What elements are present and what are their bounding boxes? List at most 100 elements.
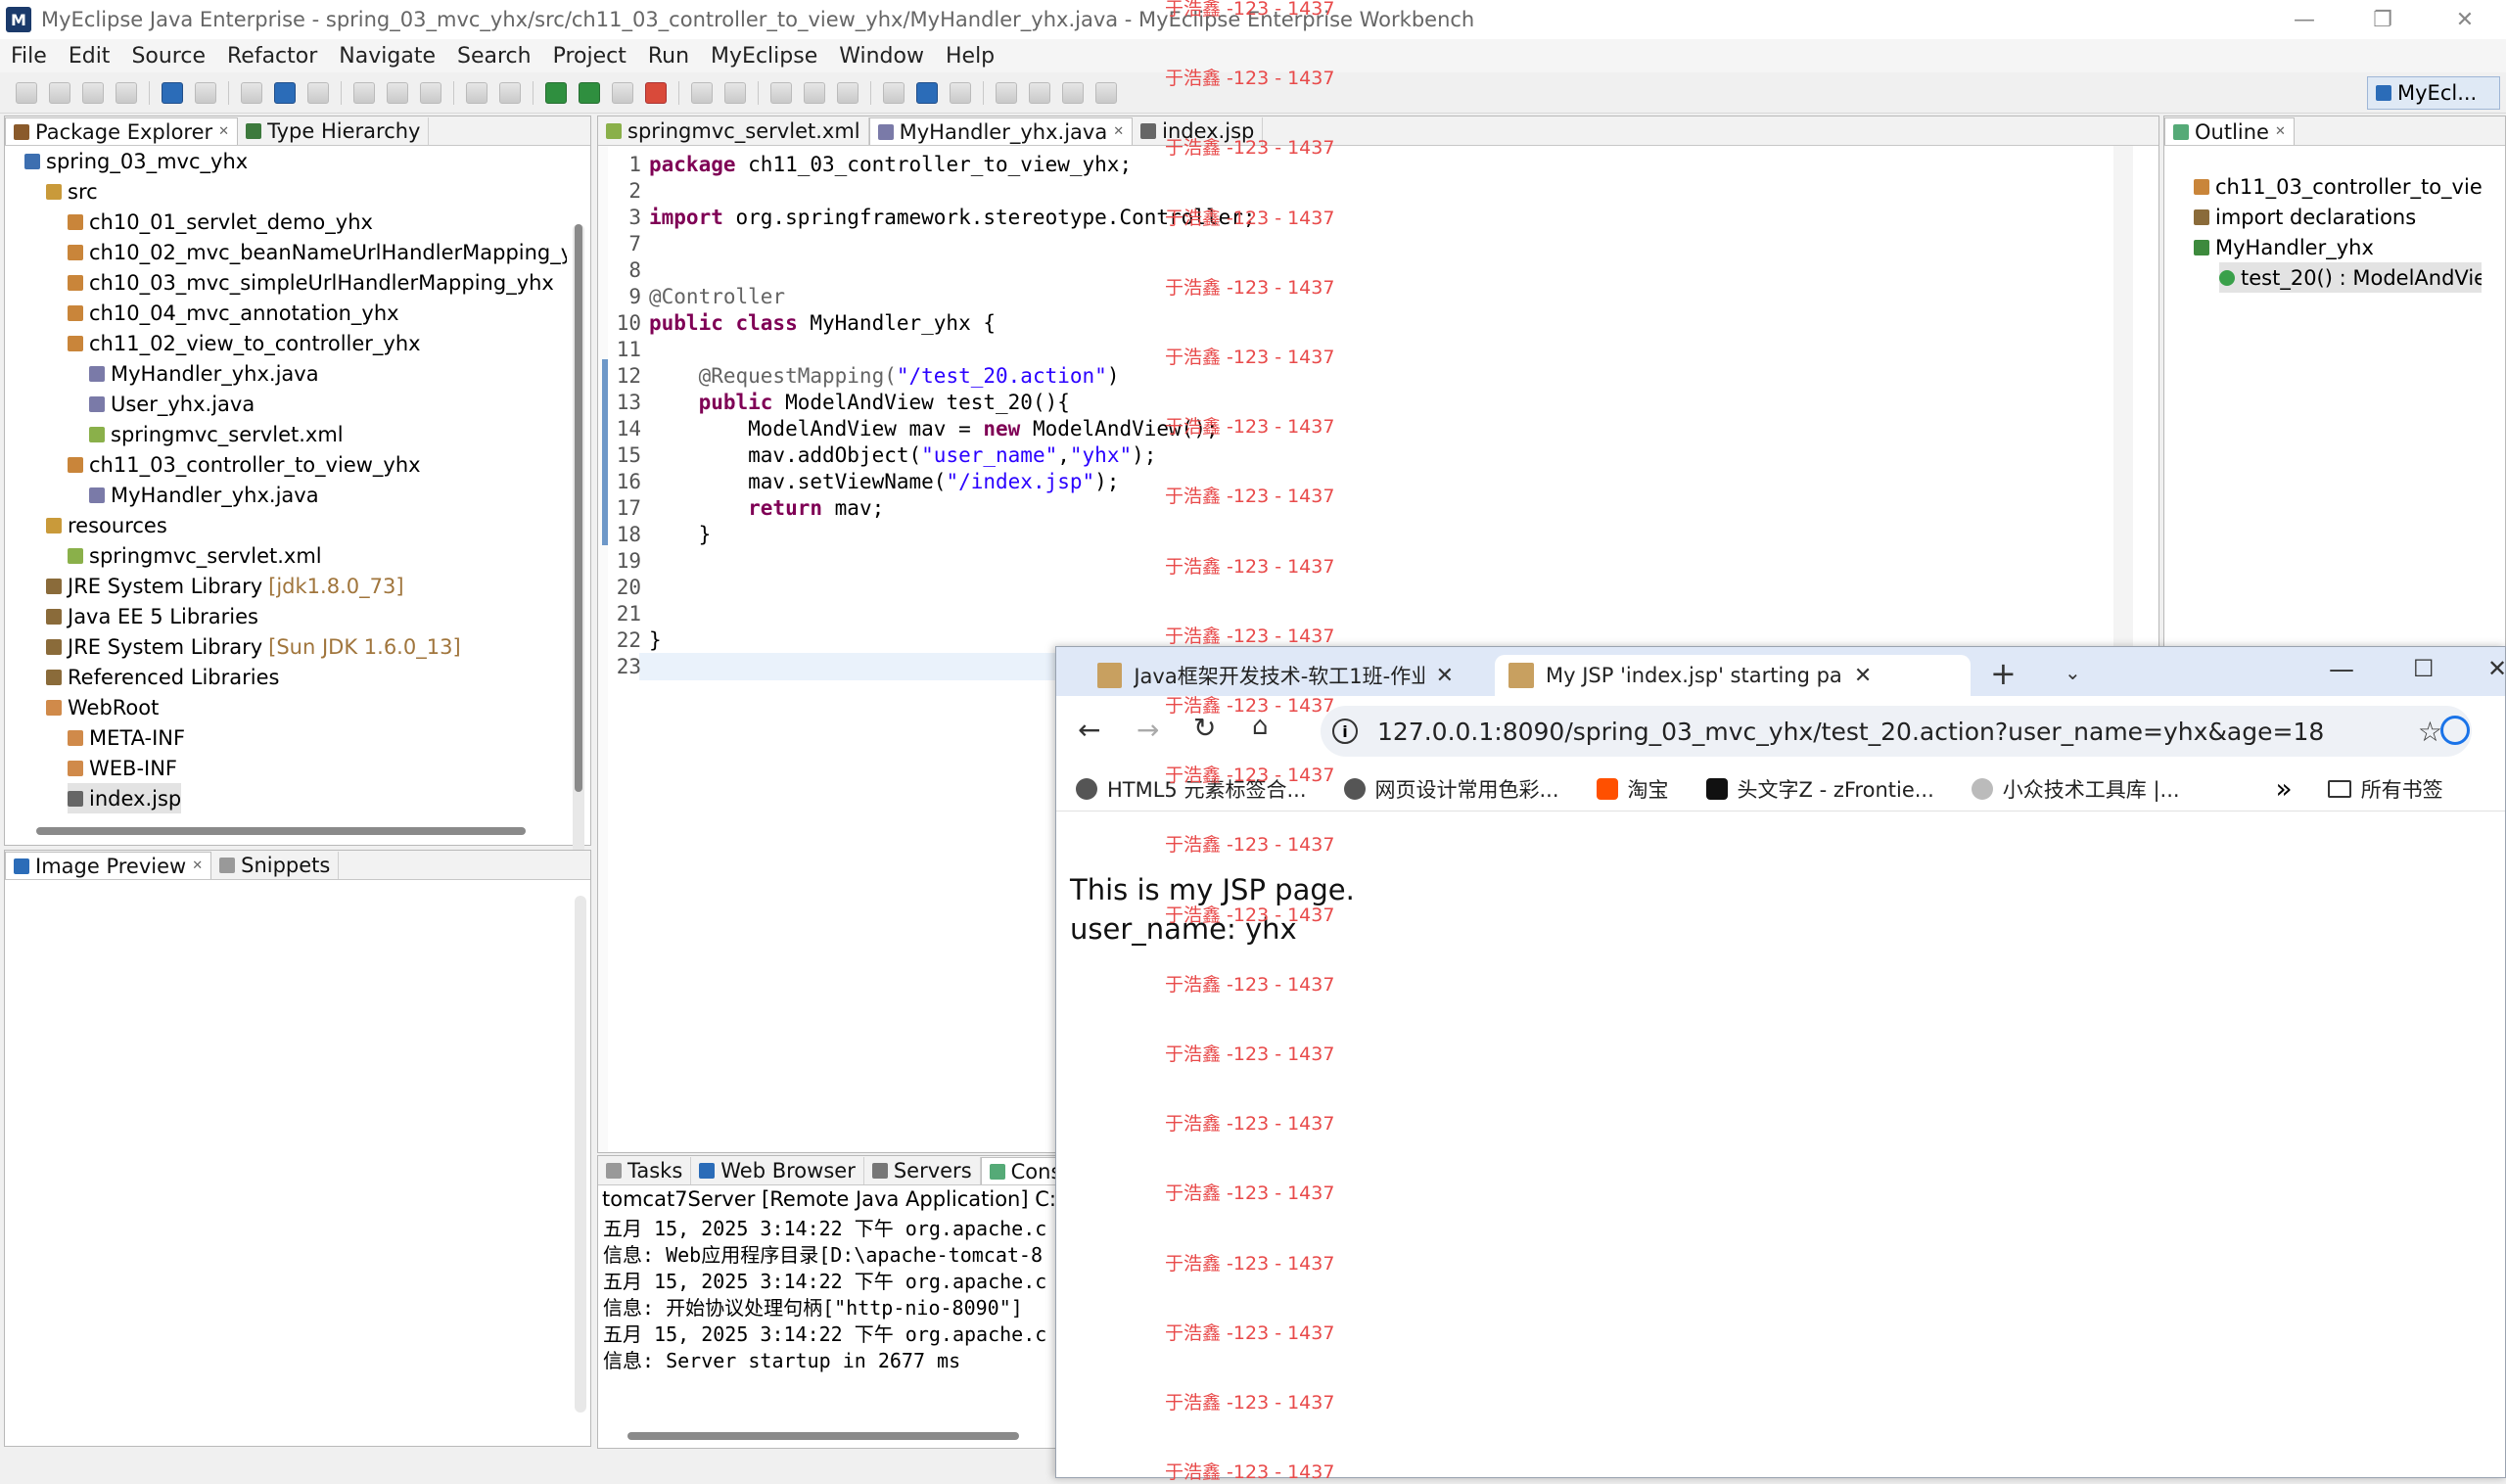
new-class-icon[interactable] <box>691 81 713 104</box>
open-file-icon[interactable] <box>770 81 792 104</box>
more-bookmarks-icon[interactable]: » <box>2276 772 2293 805</box>
toggle-mark-icon[interactable] <box>883 81 905 104</box>
code-line[interactable]: mav.addObject("user_name","yhx"); <box>649 442 1156 469</box>
print-icon[interactable] <box>116 81 137 104</box>
tree-item[interactable]: resources <box>46 510 167 540</box>
profile-icon[interactable] <box>2440 716 2470 745</box>
close-icon[interactable]: ✕ <box>1113 124 1124 139</box>
tab-tasks[interactable]: Tasks <box>598 1157 692 1184</box>
code-line[interactable]: @Controller <box>649 284 785 310</box>
menu-myeclipse[interactable]: MyEclipse <box>700 44 828 69</box>
explorer-hscroll[interactable] <box>36 827 526 835</box>
tree-item[interactable]: src <box>46 176 98 207</box>
menu-window[interactable]: Window <box>828 44 935 69</box>
editor-tab[interactable]: MyHandler_yhx.java ✕ <box>868 117 1134 145</box>
show-whitespace-icon[interactable] <box>950 81 971 104</box>
outline-item[interactable]: MyHandler_yhx <box>2194 232 2374 262</box>
code-line[interactable]: @RequestMapping("/test_20.action") <box>649 363 1120 390</box>
code-line[interactable]: import org.springframework.stereotype.Co… <box>649 205 1256 231</box>
tab-servers[interactable]: Servers <box>864 1157 981 1184</box>
browser-minimize-button[interactable]: — <box>2329 655 2354 684</box>
uml-icon[interactable] <box>387 81 408 104</box>
tree-item[interactable]: ch10_04_mvc_annotation_yhx <box>68 298 399 328</box>
menu-navigate[interactable]: Navigate <box>328 44 446 69</box>
tree-item[interactable]: JRE System Library [Sun JDK 1.6.0_13] <box>46 631 461 662</box>
server-config-icon[interactable] <box>307 81 329 104</box>
external-tools-icon[interactable] <box>645 81 667 104</box>
close-tab-icon[interactable]: ✕ <box>1436 664 1454 688</box>
editor-tab[interactable]: springmvc_servlet.xml <box>598 117 869 145</box>
bookmark-item[interactable]: 网页设计常用色彩... <box>1343 774 1559 804</box>
menu-help[interactable]: Help <box>935 44 1005 69</box>
code-line[interactable]: public class MyHandler_yhx { <box>649 310 996 337</box>
server-icon[interactable] <box>274 81 296 104</box>
tree-item[interactable]: ch11_03_controller_to_view_yhx <box>68 449 421 480</box>
tree-item[interactable]: springmvc_servlet.xml <box>89 419 344 449</box>
tree-item[interactable]: Referenced Libraries <box>46 662 279 692</box>
tree-item[interactable]: META-INF <box>68 722 185 753</box>
menu-refactor[interactable]: Refactor <box>216 44 328 69</box>
code-line[interactable]: public ModelAndView test_20(){ <box>649 390 1070 416</box>
menu-run[interactable]: Run <box>637 44 700 69</box>
tree-item[interactable]: WEB-INF <box>68 753 177 783</box>
close-icon[interactable]: ✕ <box>218 124 229 139</box>
menu-edit[interactable]: Edit <box>58 44 121 69</box>
tab-type-hierarchy[interactable]: Type Hierarchy <box>238 117 430 145</box>
tab-web-browser[interactable]: Web Browser <box>691 1157 864 1184</box>
outline-item[interactable]: ch11_03_controller_to_view_y <box>2194 171 2482 202</box>
forward-icon[interactable]: → <box>1137 714 1159 746</box>
preview-vscroll[interactable] <box>575 896 586 1413</box>
all-bookmarks[interactable]: 所有书签 <box>2327 774 2443 804</box>
menu-source[interactable]: Source <box>120 44 216 69</box>
tree-item[interactable]: MyHandler_yhx.java <box>89 480 319 510</box>
tab-outline[interactable]: Outline ✕ <box>2164 117 2295 145</box>
menu-file[interactable]: File <box>0 44 58 69</box>
editor-tab[interactable]: index.jsp <box>1133 117 1264 145</box>
tree-item[interactable]: springmvc_servlet.xml <box>68 540 322 571</box>
code-line[interactable]: ModelAndView mav = new ModelAndView(); <box>649 416 1218 442</box>
annotation-icon[interactable] <box>837 81 859 104</box>
toggle-block-icon[interactable] <box>916 81 938 104</box>
bookmark-item[interactable]: 淘宝 <box>1596 774 1669 804</box>
tree-item[interactable]: Java EE 5 Libraries <box>46 601 258 631</box>
browser-close-button[interactable]: ✕ <box>2487 655 2506 682</box>
code-line[interactable]: } <box>649 627 662 654</box>
site-info-icon[interactable]: i <box>1332 719 1358 744</box>
tree-item[interactable]: User_yhx.java <box>89 389 255 419</box>
back-icon[interactable] <box>1062 81 1084 104</box>
browser-tab-1[interactable]: My JSP 'index.jsp' starting pa ✕ <box>1495 655 1971 696</box>
next-annotation-icon[interactable] <box>996 81 1017 104</box>
tab-search-button[interactable]: ⌄ <box>2065 661 2081 684</box>
tree-item[interactable]: JRE System Library [jdk1.8.0_73] <box>46 571 404 601</box>
close-tab-icon[interactable]: ✕ <box>1854 664 1872 688</box>
open-type-icon[interactable] <box>195 81 216 104</box>
browser-tab-0[interactable]: Java框架开发技术-软工1班-作业 ✕ <box>1084 655 1467 696</box>
address-bar[interactable]: i 127.0.0.1:8090/spring_03_mvc_yhx/test_… <box>1321 706 2472 757</box>
minimize-button[interactable]: — <box>2265 0 2344 39</box>
web-icon[interactable] <box>353 81 375 104</box>
tree-item[interactable]: MyHandler_yhx.java <box>89 358 319 389</box>
tab-image-preview[interactable]: Image Preview ✕ <box>5 852 212 879</box>
bookmark-item[interactable]: 头文字Z - zFrontie... <box>1705 774 1934 804</box>
deploy-icon[interactable] <box>241 81 262 104</box>
browser-maximize-button[interactable]: ☐ <box>2413 655 2435 682</box>
code-line[interactable]: package ch11_03_controller_to_view_yhx; <box>649 152 1132 178</box>
coverage-icon[interactable] <box>612 81 633 104</box>
menu-icon[interactable]: ⋮ <box>2495 712 2506 744</box>
console-hscroll[interactable] <box>627 1432 1019 1440</box>
bookmark-item[interactable]: 小众技术工具库 |... <box>1971 774 2180 804</box>
close-icon[interactable]: ✕ <box>2275 124 2286 139</box>
tree-item[interactable]: ch10_02_mvc_beanNameUrlHandlerMapping_yh <box>68 237 567 267</box>
restore-button[interactable]: ❐ <box>2344 0 2422 39</box>
bookmark-item[interactable]: HTML5 元素标签合... <box>1076 774 1307 804</box>
new-project-icon[interactable] <box>162 81 183 104</box>
back-icon[interactable]: ← <box>1078 714 1100 746</box>
menu-project[interactable]: Project <box>542 44 637 69</box>
save-icon[interactable] <box>49 81 70 104</box>
outline-item[interactable]: import declarations <box>2194 202 2416 232</box>
code-line[interactable]: mav.setViewName("/index.jsp"); <box>649 469 1119 495</box>
tree-item[interactable]: ch10_03_mvc_simpleUrlHandlerMapping_yhx <box>68 267 554 298</box>
db-icon[interactable] <box>420 81 441 104</box>
save-all-icon[interactable] <box>82 81 104 104</box>
prev-annotation-icon[interactable] <box>1029 81 1050 104</box>
